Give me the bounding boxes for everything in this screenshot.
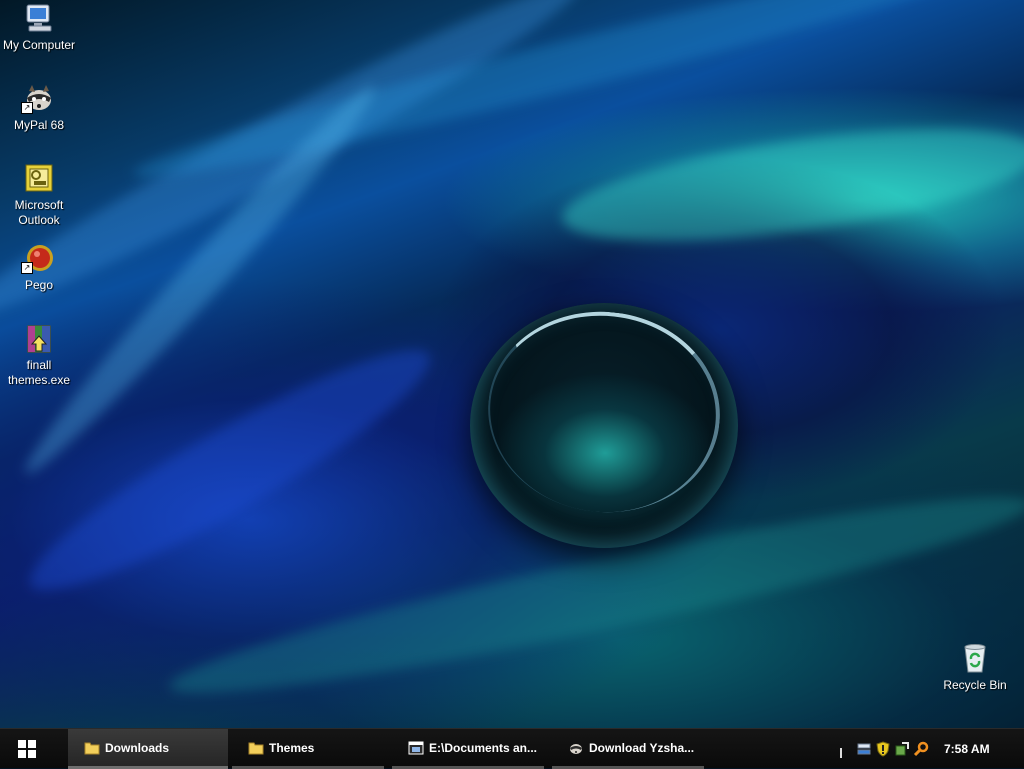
desktop-icon-pego[interactable]: ↗ Pego xyxy=(0,242,78,293)
network-icon[interactable] xyxy=(856,741,872,757)
windows-logo-icon xyxy=(18,740,36,758)
my-computer-icon xyxy=(23,2,55,34)
shortcut-arrow-icon: ↗ xyxy=(21,102,33,114)
desktop-icon-outlook[interactable]: Microsoft Outlook xyxy=(0,162,78,228)
taskbar: Downloads Themes E:\Documents an... Down… xyxy=(0,728,1024,769)
update-icon[interactable] xyxy=(894,741,910,757)
system-tray xyxy=(836,729,932,769)
security-shield-icon[interactable] xyxy=(875,741,891,757)
folder-icon xyxy=(248,742,264,754)
taskbar-button-downloads[interactable]: Downloads xyxy=(68,729,228,769)
desktop-icon-recycle-bin[interactable]: Recycle Bin xyxy=(936,642,1014,693)
outlook-icon xyxy=(23,162,55,194)
taskbar-button-themes[interactable]: Themes xyxy=(232,729,384,769)
taskbar-button-download-yzsha[interactable]: Download Yzsha... xyxy=(552,729,704,769)
taskbar-clock[interactable]: 7:58 AM xyxy=(944,729,990,769)
winrar-archive-icon xyxy=(23,322,55,354)
desktop-icon-finall-themes[interactable]: finall themes.exe xyxy=(0,322,78,388)
mypal-icon: ↗ xyxy=(21,82,55,114)
folder-icon xyxy=(84,742,100,754)
desktop-wallpaper xyxy=(0,0,1024,728)
start-button[interactable] xyxy=(8,735,46,763)
shortcut-arrow-icon: ↗ xyxy=(21,262,33,274)
desktop-icon-my-computer[interactable]: My Computer xyxy=(0,2,78,53)
desktop-icon-mypal[interactable]: ↗ MyPal 68 xyxy=(0,82,78,133)
recycle-bin-icon xyxy=(959,642,991,674)
search-icon[interactable] xyxy=(913,741,929,757)
pego-icon: ↗ xyxy=(21,242,55,274)
mypal-icon xyxy=(570,743,582,754)
taskbar-button-documents[interactable]: E:\Documents an... xyxy=(392,729,544,769)
explorer-window-icon xyxy=(408,741,424,754)
